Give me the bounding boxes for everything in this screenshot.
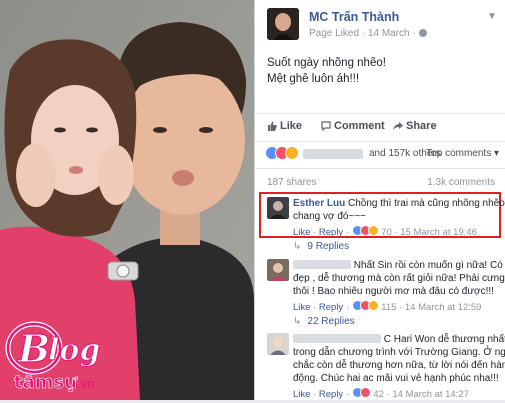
like-button[interactable]: Like — [267, 120, 302, 132]
comment-body: Esther Luu Chồng thì trai mà cũng nhõng … — [293, 197, 505, 239]
comment-icon — [321, 121, 331, 131]
divider — [255, 113, 505, 114]
comment-meta: Like · Reply · 42 · 14 March at 14:27 — [293, 387, 469, 400]
comment-reaction-count[interactable]: 115 — [381, 302, 396, 313]
haha-reaction-icon — [285, 146, 299, 160]
commenter-name[interactable]: Esther Luu — [293, 198, 345, 209]
replies-count: 9 Replies — [307, 241, 350, 252]
comment-text: thôi ! Bao nhiêu người mơ mà đâu có được… — [293, 286, 494, 297]
comment-button[interactable]: Comment — [321, 120, 385, 132]
comment-like-link[interactable]: Like — [293, 389, 310, 400]
post-text: Suốt ngày nhõng nhẽo! Mệt ghê luôn áh!!! — [267, 55, 386, 87]
avatar-image — [267, 197, 289, 219]
page-avatar[interactable] — [267, 8, 299, 40]
svg-text:B: B — [17, 326, 50, 371]
comment-time[interactable]: 14 March at 12:59 — [405, 302, 482, 313]
comment-reply-link[interactable]: Reply — [319, 302, 343, 313]
commenter-avatar[interactable] — [267, 197, 289, 219]
replies-link[interactable]: ↳ 9 Replies — [293, 241, 349, 252]
facebook-post-panel: MC Trấn Thành Page Liked · 14 March · ▼ … — [254, 0, 505, 400]
post-actions: Like Comment Share — [267, 120, 497, 136]
comment-meta: Like · Reply · 115 · 14 March at 12:59 — [293, 300, 482, 313]
thumbs-up-icon — [268, 121, 277, 131]
svg-text:log: log — [48, 333, 100, 368]
comments-count[interactable]: 1.3k comments — [427, 177, 495, 188]
page-name[interactable]: MC Trấn Thành — [309, 10, 399, 24]
reply-arrow-icon: ↳ — [293, 241, 302, 252]
comment-text: chắc còn dễ thương hơn nữa, từ lời nói đ… — [293, 360, 505, 371]
love-reaction-icon — [359, 387, 371, 398]
comment-text: động. Chúc hai ac mãi vui vẻ hạnh phúc n… — [293, 373, 499, 384]
post-text-line: Suốt ngày nhõng nhẽo! — [267, 57, 386, 69]
comment-reaction-count[interactable]: 70 — [381, 227, 392, 238]
share-icon — [393, 122, 403, 130]
globe-icon — [418, 29, 427, 37]
svg-text:.vn: .vn — [76, 377, 95, 391]
avatar-image — [267, 8, 299, 40]
post-stats: 187 shares 1.3k comments — [267, 177, 497, 188]
comment-like-link[interactable]: Like — [293, 227, 310, 238]
post-text-line: Mệt ghê luôn áh!!! — [267, 73, 360, 85]
blurred-commenter-name — [293, 334, 381, 343]
comment-text: đẹp , dễ thương mà còn rất giỏi nữa! Phả… — [293, 273, 505, 284]
comment-time[interactable]: 15 March at 19:46 — [400, 227, 477, 238]
svg-text:tâmsự: tâmsự — [14, 372, 78, 393]
comment-body: C Hari Won dễ thương nhất là trong dẫn c… — [293, 333, 505, 400]
reactions-bar[interactable]: and 157k others Top comments ▾ — [265, 146, 501, 162]
commenter-avatar[interactable] — [267, 333, 289, 355]
share-button[interactable]: Share — [393, 120, 437, 132]
comment-time[interactable]: 14 March at 14:27 — [392, 389, 469, 400]
comment-text: chang vợ đó~~~ — [293, 211, 367, 222]
comment-body: Nhất Sin rồi còn muốn gì nữa! Có vợ đẹp … — [293, 259, 505, 314]
logo-graphic: B log tâmsự .vn — [5, 321, 101, 393]
comment-text: Chồng thì trai mà cũng nhõng nhẽo y — [348, 198, 505, 209]
comment-like-link[interactable]: Like — [293, 302, 310, 313]
comment-text: Nhất Sin rồi còn muốn gì nữa! Có vợ — [353, 260, 505, 271]
commenter-avatar[interactable] — [267, 259, 289, 281]
post-meta: Page Liked · 14 March · — [309, 28, 427, 39]
comment-reply-link[interactable]: Reply — [319, 227, 343, 238]
haha-reaction-icon — [367, 225, 379, 236]
comment-reply-link[interactable]: Reply — [319, 389, 343, 400]
haha-reaction-icon — [367, 300, 379, 311]
divider — [255, 168, 505, 169]
comment-label: Comment — [334, 120, 385, 132]
top-comments-dropdown[interactable]: Top comments ▾ — [426, 148, 499, 159]
comment-meta: Like · Reply · 70 · 15 March at 19:46 — [293, 225, 477, 238]
blog-tamsu-logo: B log tâmsự .vn — [4, 318, 154, 398]
blurred-names — [303, 149, 363, 159]
post-header: MC Trấn Thành Page Liked · 14 March · ▼ — [267, 8, 503, 44]
avatar-image — [267, 259, 289, 281]
comment-reaction-count[interactable]: 42 — [373, 389, 384, 400]
share-label: Share — [406, 120, 437, 132]
comment-text: C Hari Won dễ thương nhất là — [383, 334, 505, 345]
reply-arrow-icon: ↳ — [293, 316, 302, 327]
blurred-commenter-name — [293, 260, 351, 269]
avatar-image — [267, 333, 289, 355]
replies-count: 22 Replies — [307, 316, 355, 327]
shares-count[interactable]: 187 shares — [267, 177, 316, 188]
post-meta-text: Page Liked · 14 March · — [309, 28, 416, 39]
like-label: Like — [280, 120, 303, 132]
replies-link[interactable]: ↳ 22 Replies — [293, 316, 355, 327]
comment-text: trong dẫn chương trình với Trường Giang.… — [293, 347, 505, 358]
chevron-down-icon[interactable]: ▼ — [485, 10, 499, 24]
divider — [255, 141, 505, 142]
